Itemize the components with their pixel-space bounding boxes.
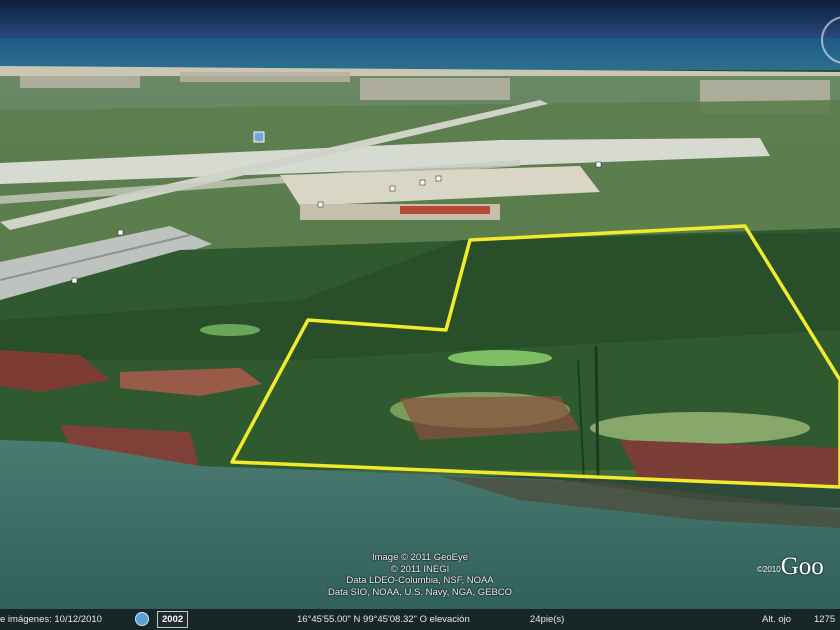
- eye-altitude-label: Alt. ojo: [762, 614, 792, 625]
- status-bar: e imágenes: 10/12/2010 2002 16°45'55.00"…: [0, 609, 840, 630]
- historical-year-button[interactable]: 2002: [157, 611, 189, 628]
- ocean: [0, 38, 840, 70]
- sky: [0, 0, 840, 42]
- attribution-line: © 2011 INEGI: [390, 563, 450, 575]
- clock-icon[interactable]: [135, 612, 149, 626]
- satellite-map[interactable]: [0, 0, 840, 630]
- terminal-roof: [400, 206, 490, 214]
- airport-icon[interactable]: [253, 131, 265, 143]
- clearing-2: [200, 324, 260, 336]
- logo-year: ©2010: [757, 565, 781, 574]
- clearing-1: [448, 350, 552, 366]
- google-logo: ©2010Goo: [757, 553, 840, 581]
- imagery-date: e imágenes: 10/12/2010: [0, 614, 102, 625]
- coordinates: 16°45'55.00" N 99°45'08.32" O elevación: [297, 614, 470, 625]
- attribution-line: Data SIO, NOAA, U.S. Navy, NGA, GEBCO: [327, 586, 513, 598]
- eye-altitude-value: 1275: [814, 614, 836, 625]
- clearing-4: [590, 412, 810, 444]
- attribution-line: Image © 2011 GeoEye: [371, 552, 469, 563]
- logo-word: Goo: [780, 553, 824, 580]
- elevation: 24pie(s): [530, 614, 565, 625]
- canal: [594, 345, 600, 479]
- attribution-line: Data LDEO-Columbia, NSF, NOAA: [346, 575, 494, 587]
- attribution: Image © 2011 GeoEye © 2011 INEGI Data LD…: [290, 552, 550, 598]
